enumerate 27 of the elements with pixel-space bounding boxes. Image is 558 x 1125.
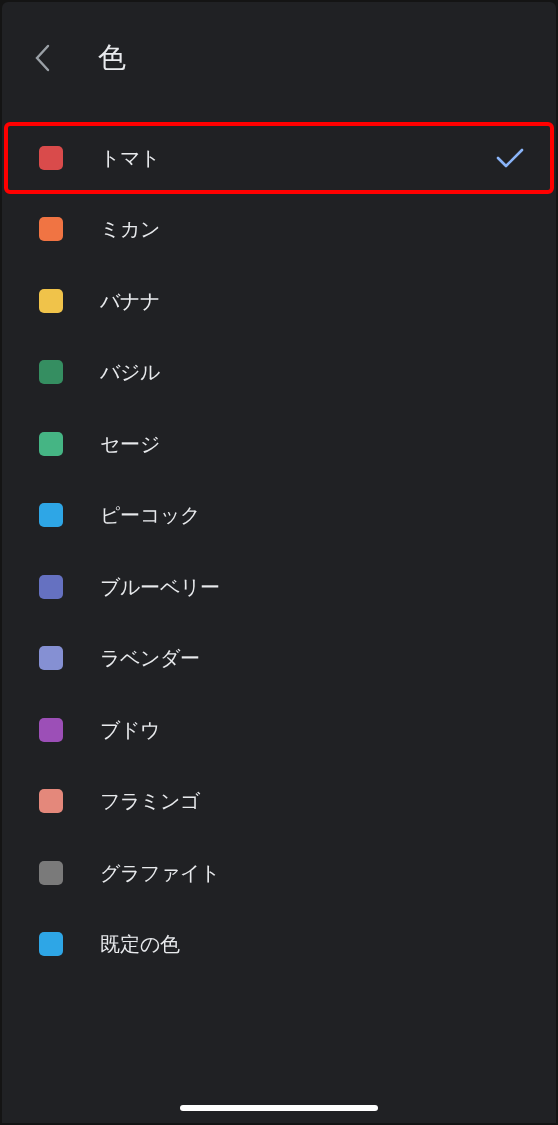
color-label: グラファイト bbox=[100, 859, 221, 887]
check-icon bbox=[496, 146, 524, 169]
color-label: セージ bbox=[100, 430, 161, 458]
color-option[interactable]: 既定の色 bbox=[4, 908, 554, 980]
color-option[interactable]: フラミンゴ bbox=[4, 765, 554, 837]
color-label: ブルーベリー bbox=[100, 573, 221, 601]
page-title: 色 bbox=[98, 40, 126, 76]
color-label: ラベンダー bbox=[100, 645, 201, 673]
color-label: ブドウ bbox=[100, 716, 161, 744]
color-option[interactable]: グラファイト bbox=[4, 837, 554, 909]
color-label: ミカン bbox=[100, 216, 161, 244]
color-option[interactable]: ブルーベリー bbox=[4, 551, 554, 623]
color-option[interactable]: セージ bbox=[4, 408, 554, 480]
color-option[interactable]: ラベンダー bbox=[4, 622, 554, 694]
color-label: 既定の色 bbox=[100, 931, 181, 959]
color-label: トマト bbox=[100, 144, 161, 172]
color-option[interactable]: ピーコック bbox=[4, 479, 554, 551]
color-label: フラミンゴ bbox=[100, 788, 201, 816]
color-option[interactable]: トマト bbox=[4, 122, 554, 194]
color-option[interactable]: ブドウ bbox=[4, 694, 554, 766]
color-label: バジル bbox=[100, 359, 161, 387]
color-option[interactable]: ミカン bbox=[4, 193, 554, 265]
color-label: ピーコック bbox=[100, 502, 201, 530]
back-icon bbox=[34, 44, 50, 72]
color-label: バナナ bbox=[100, 287, 161, 315]
color-option[interactable]: バナナ bbox=[4, 265, 554, 337]
color-option[interactable]: バジル bbox=[4, 336, 554, 408]
